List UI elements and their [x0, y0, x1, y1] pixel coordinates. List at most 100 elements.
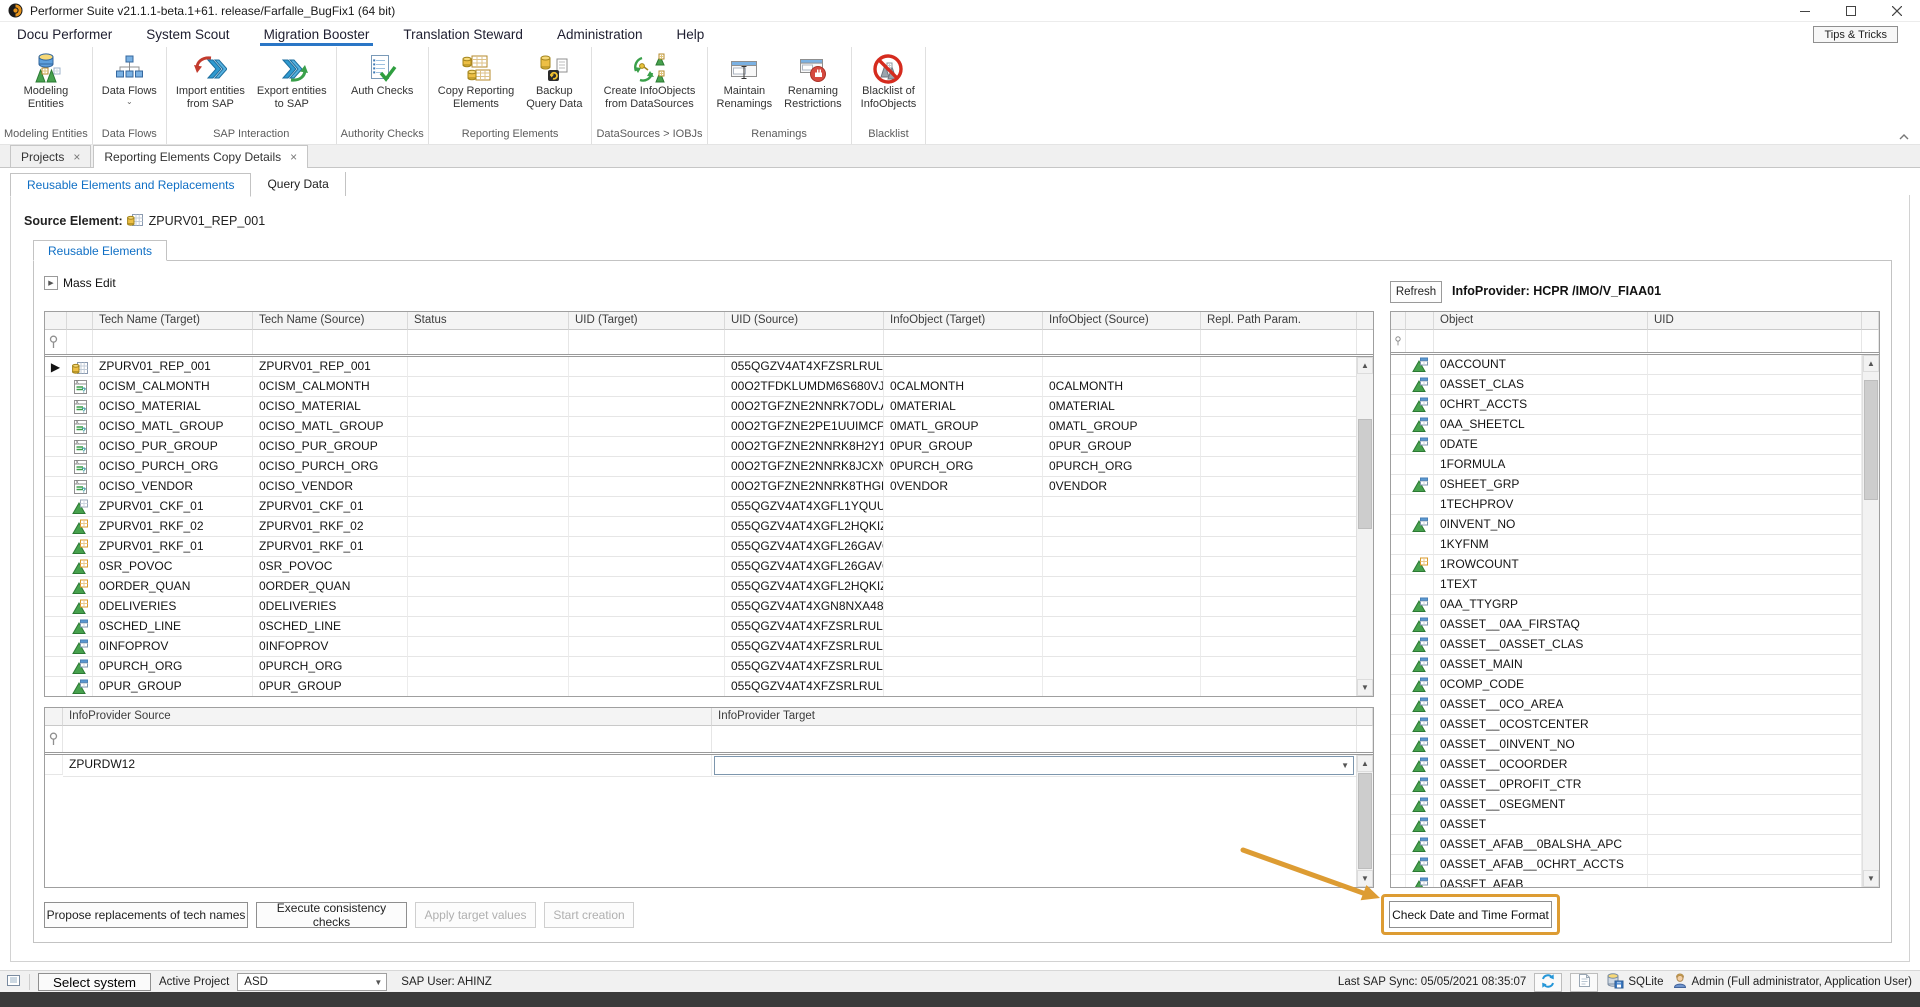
cell-tech-name-target[interactable]: 0PURCH_ORG	[93, 657, 253, 677]
menu-item-docu-performer[interactable]: Docu Performer	[17, 22, 112, 47]
cell-tech-name-source[interactable]: 0PURCH_ORG	[253, 657, 408, 677]
filter-cell[interactable]	[1357, 330, 1374, 354]
cell-object[interactable]: 0ASSET__0SEGMENT	[1434, 795, 1648, 815]
cell-object[interactable]: 0ASSET__0COSTCENTER	[1434, 715, 1648, 735]
cell-uid[interactable]	[1648, 615, 1862, 635]
cell-infoobject-source[interactable]	[1043, 357, 1201, 377]
filter-cell[interactable]	[712, 726, 1357, 752]
header-cell-tech-name-source[interactable]: Tech Name (Source)	[253, 312, 408, 330]
cell-tech-name-source[interactable]: ZPURV01_RKF_01	[253, 537, 408, 557]
cell-object[interactable]: 0ASSET	[1434, 815, 1648, 835]
cell-uid[interactable]	[1648, 495, 1862, 515]
object-row[interactable]: 0INVENT_NO	[1391, 515, 1879, 535]
cell-uid-target[interactable]	[569, 457, 725, 477]
object-row[interactable]: 0ASSET__0SEGMENT	[1391, 795, 1879, 815]
cell-object[interactable]: 1ROWCOUNT	[1434, 555, 1648, 575]
ribbon-button-renaming-restrictions[interactable]: RenamingRestrictions	[779, 51, 846, 113]
cell-uid[interactable]	[1648, 415, 1862, 435]
scroll-up-icon[interactable]: ▲	[1863, 355, 1879, 372]
cell-status[interactable]	[408, 517, 569, 537]
table-row[interactable]: 0SR_POVOC0SR_POVOC055QGZV4AT4XGFL26GAVO3…	[45, 557, 1373, 577]
cell-object[interactable]: 0SHEET_GRP	[1434, 475, 1648, 495]
cell-tech-name-source[interactable]: 0CISO_PURCH_ORG	[253, 457, 408, 477]
cell-status[interactable]	[408, 397, 569, 417]
cell-infoobject-target[interactable]: 0PUR_GROUP	[884, 437, 1043, 457]
table-row[interactable]: 0SCHED_LINE0SCHED_LINE055QGZV4AT4XFZSRLR…	[45, 617, 1373, 637]
cell-infoobject-target[interactable]	[884, 617, 1043, 637]
table-row[interactable]: X?0CISO_MATERIAL0CISO_MATERIAL00O2TGFZNE…	[45, 397, 1373, 417]
doc-tab-reporting-elements-copy-details[interactable]: Reporting Elements Copy Details×	[93, 145, 308, 168]
ribbon-button-export-entities-to-sap[interactable]: Export entitiesto SAP	[252, 51, 332, 113]
cell-repl-path-param[interactable]	[1201, 437, 1357, 457]
cell-uid[interactable]	[1648, 875, 1862, 888]
cell-infoprovider-source[interactable]: ZPURDW12	[63, 755, 712, 777]
cell-infoobject-target[interactable]	[884, 537, 1043, 557]
cell-object[interactable]: 1TECHPROV	[1434, 495, 1648, 515]
cell-tech-name-source[interactable]: 0ORDER_QUAN	[253, 577, 408, 597]
cell-object[interactable]: 0ASSET_AFAB__0BALSHA_APC	[1434, 835, 1648, 855]
cell-uid[interactable]	[1648, 355, 1862, 375]
cell-tech-name-target[interactable]: ZPURV01_CKF_01	[93, 497, 253, 517]
filter-cell[interactable]	[1043, 330, 1201, 354]
cell-infoobject-source[interactable]: 0PURCH_ORG	[1043, 457, 1201, 477]
cell-infoobject-source[interactable]	[1043, 617, 1201, 637]
cell-object[interactable]: 1FORMULA	[1434, 455, 1648, 475]
view-tab-query-data[interactable]: Query Data	[251, 172, 345, 196]
cell-infoobject-source[interactable]	[1043, 557, 1201, 577]
cell-infoobject-source[interactable]	[1043, 637, 1201, 657]
object-row[interactable]: 0ASSET	[1391, 815, 1879, 835]
cell-status[interactable]	[408, 557, 569, 577]
cell-uid[interactable]	[1648, 455, 1862, 475]
cell-object[interactable]: 1KYFNM	[1434, 535, 1648, 555]
cell-object[interactable]: 0ASSET_CLAS	[1434, 375, 1648, 395]
object-row[interactable]: 0ASSET__0PROFIT_CTR	[1391, 775, 1879, 795]
scroll-thumb[interactable]	[1864, 380, 1878, 500]
cell-tech-name-target[interactable]: 0ORDER_QUAN	[93, 577, 253, 597]
cell-status[interactable]	[408, 497, 569, 517]
tab-close-icon[interactable]: ×	[73, 150, 80, 164]
filter-cell[interactable]	[1648, 330, 1862, 352]
cell-uid-source[interactable]: 055QGZV4AT4XFZSRLRULRN...	[725, 657, 884, 677]
header-cell-repl-path-param[interactable]: Repl. Path Param.	[1201, 312, 1357, 330]
cell-object[interactable]: 0ASSET__0CO_AREA	[1434, 695, 1648, 715]
table-row[interactable]: ZPURV01_CKF_01ZPURV01_CKF_01055QGZV4AT4X…	[45, 497, 1373, 517]
cell-uid-target[interactable]	[569, 357, 725, 377]
cell-tech-name-target[interactable]: 0SR_POVOC	[93, 557, 253, 577]
cell-infoobject-source[interactable]	[1043, 497, 1201, 517]
table-row[interactable]: 0DELIVERIES0DELIVERIES055QGZV4AT4XGN8NXA…	[45, 597, 1373, 617]
cell-uid-source[interactable]: 00O2TGFZNE2PE1UUIMCPOL...	[725, 417, 884, 437]
table-row[interactable]: ▶ZPURV01_REP_001ZPURV01_REP_001055QGZV4A…	[45, 357, 1373, 377]
cell-infoobject-source[interactable]	[1043, 677, 1201, 697]
doc-tab-projects[interactable]: Projects×	[10, 145, 91, 167]
cell-object[interactable]: 0DATE	[1434, 435, 1648, 455]
object-row[interactable]: 0ASSET_AFAB	[1391, 875, 1879, 888]
object-row[interactable]: 1KYFNM	[1391, 535, 1879, 555]
ribbon-button-auth-checks[interactable]: Auth Checks	[346, 51, 418, 100]
cell-uid-target[interactable]	[569, 517, 725, 537]
cell-infoobject-source[interactable]: 0MATL_GROUP	[1043, 417, 1201, 437]
object-row[interactable]: 0ACCOUNT	[1391, 355, 1879, 375]
table-filter-row[interactable]	[45, 330, 1373, 354]
table-row[interactable]: ZPURV01_RKF_01ZPURV01_RKF_01055QGZV4AT4X…	[45, 537, 1373, 557]
cell-repl-path-param[interactable]	[1201, 657, 1357, 677]
row-expand-icon[interactable]: ▶	[45, 357, 67, 377]
ribbon-button-modeling-entities[interactable]: ModelingEntities	[17, 51, 75, 113]
cell-object[interactable]: 0ASSET__0COORDER	[1434, 755, 1648, 775]
ribbon-button-blacklist-of-infoobjects[interactable]: Blacklist ofInfoObjects	[856, 51, 922, 113]
filter-cell[interactable]	[884, 330, 1043, 354]
cell-tech-name-target[interactable]: ZPURV01_RKF_01	[93, 537, 253, 557]
cell-uid[interactable]	[1648, 635, 1862, 655]
filter-pin-cell[interactable]	[45, 726, 63, 752]
cell-uid[interactable]	[1648, 695, 1862, 715]
main-table-vscrollbar[interactable]: ▲ ▼	[1356, 357, 1373, 696]
cell-repl-path-param[interactable]	[1201, 577, 1357, 597]
cell-infoobject-target[interactable]	[884, 637, 1043, 657]
cell-object[interactable]: 0AA_TTYGRP	[1434, 595, 1648, 615]
header-cell-infoprovider-target[interactable]: InfoProvider Target	[712, 708, 1357, 726]
cell-tech-name-source[interactable]: 0CISO_VENDOR	[253, 477, 408, 497]
cell-uid[interactable]	[1648, 815, 1862, 835]
cell-tech-name-source[interactable]: 0PUR_GROUP	[253, 677, 408, 697]
cell-uid[interactable]	[1648, 555, 1862, 575]
cell-uid-target[interactable]	[569, 377, 725, 397]
cell-object[interactable]: 0CHRT_ACCTS	[1434, 395, 1648, 415]
